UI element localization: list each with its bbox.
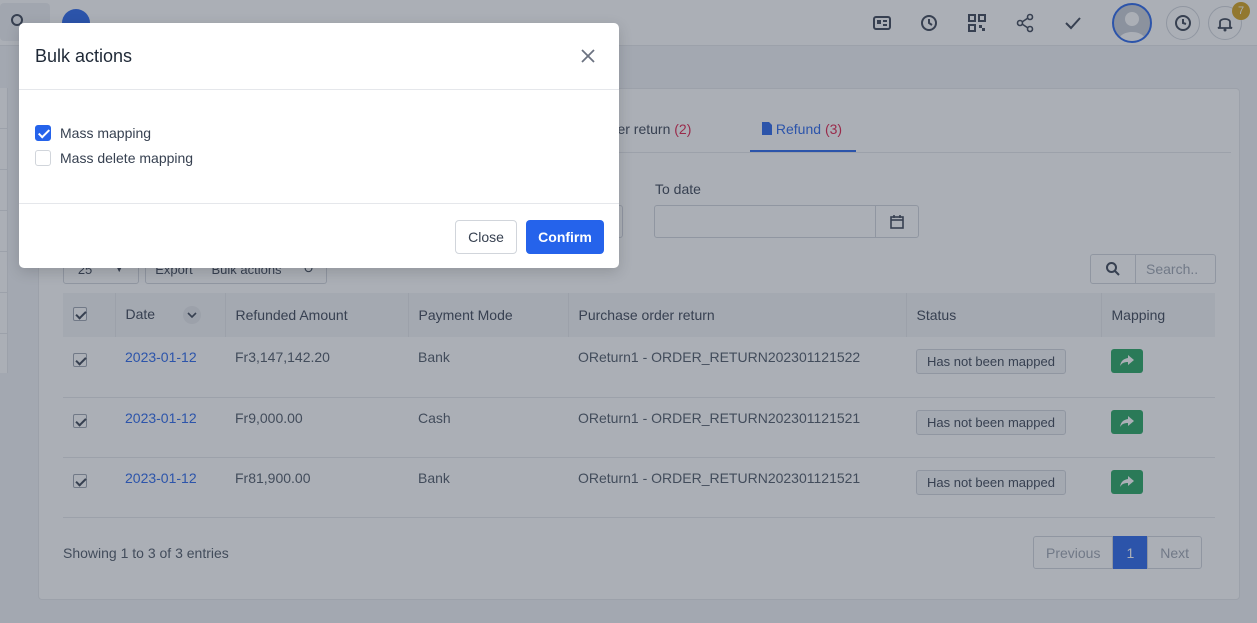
option-mass-delete-mapping[interactable]: Mass delete mapping: [35, 149, 193, 167]
close-icon[interactable]: [579, 47, 597, 65]
close-button[interactable]: Close: [455, 220, 517, 254]
modal-footer: Close Confirm: [19, 203, 619, 268]
option-mass-mapping[interactable]: Mass mapping: [35, 124, 151, 142]
modal-header: Bulk actions: [19, 23, 619, 90]
mass-delete-mapping-checkbox[interactable]: [35, 150, 51, 166]
mass-mapping-checkbox[interactable]: [35, 125, 51, 141]
bulk-actions-modal: Bulk actions Mass mapping Mass delete ma…: [19, 23, 619, 268]
confirm-button[interactable]: Confirm: [526, 220, 604, 254]
modal-title: Bulk actions: [35, 46, 133, 66]
